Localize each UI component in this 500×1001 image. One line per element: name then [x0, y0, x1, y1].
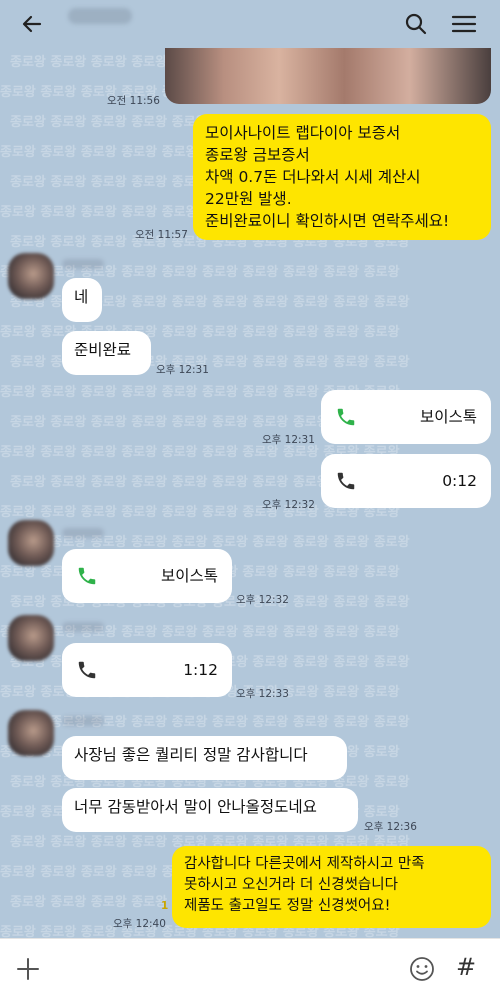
avatar[interactable] — [8, 253, 54, 299]
sender-name-blurred — [62, 259, 104, 269]
call-duration: 0:12 — [442, 472, 477, 490]
emoji-icon — [410, 957, 434, 981]
hamburger-menu-icon — [451, 15, 477, 33]
avatar[interactable] — [8, 710, 54, 756]
message-line: 준비완료이니 확인하시면 연락주세요! — [205, 212, 450, 230]
message-time: 오후 12:31 — [156, 364, 209, 376]
call-label: 보이스톡 — [160, 567, 218, 585]
image-message[interactable] — [165, 48, 491, 104]
their-message-bubble[interactable]: 사장님 좋은 퀄리티 정말 감사합니다 — [62, 736, 347, 780]
message-input[interactable] — [56, 951, 390, 989]
sender-name-blurred — [62, 716, 104, 726]
message-text: 네 — [74, 288, 89, 306]
message-time: 오후 12:36 — [364, 821, 417, 833]
message-text: 사장님 좋은 퀄리티 정말 감사합니다 — [74, 746, 308, 764]
message-time: 오후 12:40 — [113, 918, 166, 930]
message-input-bar: # — [0, 938, 500, 1001]
unread-count: 1 — [161, 900, 169, 912]
message-line: 못하시고 오신거라 더 신경썻습니다 — [184, 877, 398, 893]
phone-green-icon — [78, 567, 96, 585]
message-time: 오전 11:56 — [107, 95, 160, 107]
my-message-bubble[interactable]: 감사합니다 다른곳에서 제작하시고 만족 못하시고 오신거라 더 신경썻습니다 … — [172, 846, 491, 928]
arrow-left-icon — [22, 15, 42, 33]
menu-button[interactable] — [446, 6, 482, 42]
voice-call-bubble[interactable]: 보이스톡 — [321, 390, 491, 444]
chat-header — [0, 0, 500, 48]
sender-name-blurred — [62, 622, 104, 632]
search-icon — [405, 13, 427, 35]
attach-button[interactable] — [14, 955, 42, 983]
back-button[interactable] — [14, 6, 50, 42]
phone-icon — [78, 661, 96, 679]
voice-call-bubble[interactable]: 보이스톡 — [62, 549, 232, 603]
hashtag-button[interactable]: # — [456, 953, 476, 981]
avatar[interactable] — [8, 520, 54, 566]
message-text: 준비완료 — [74, 341, 132, 359]
message-line: 감사합니다 다른곳에서 제작하시고 만족 — [184, 856, 425, 872]
message-text: 너무 감동받아서 말이 안나올정도네요 — [74, 798, 317, 816]
message-time: 오후 12:32 — [236, 594, 289, 606]
phone-green-icon — [337, 408, 355, 426]
their-message-bubble[interactable]: 네 — [62, 278, 102, 322]
message-line: 22만원 발생. — [205, 190, 292, 208]
chat-title-blurred — [68, 8, 132, 24]
message-time: 오후 12:32 — [262, 499, 315, 511]
call-duration: 1:12 — [183, 661, 218, 679]
my-message-bubble[interactable]: 모이사나이트 랩다이아 보증서 종로왕 금보증서 차액 0.7돈 더나와서 시세… — [193, 114, 491, 240]
search-button[interactable] — [398, 6, 434, 42]
call-duration-bubble[interactable]: 0:12 — [321, 454, 491, 508]
message-time: 오후 12:33 — [236, 688, 289, 700]
call-label: 보이스톡 — [419, 408, 477, 426]
message-time: 오전 11:57 — [135, 229, 188, 241]
plus-icon — [17, 958, 39, 980]
message-time: 오후 12:31 — [262, 434, 315, 446]
sender-name-blurred — [62, 528, 104, 538]
call-duration-bubble[interactable]: 1:12 — [62, 643, 232, 697]
avatar[interactable] — [8, 615, 54, 661]
phone-icon — [337, 472, 355, 490]
emoji-button[interactable] — [408, 955, 436, 983]
their-message-bubble[interactable]: 너무 감동받아서 말이 안나올정도네요 — [62, 788, 358, 832]
their-message-bubble[interactable]: 준비완료 — [62, 331, 151, 375]
message-line: 제품도 출고일도 정말 신경썻어요! — [184, 898, 391, 914]
message-line: 모이사나이트 랩다이아 보증서 — [205, 124, 401, 142]
message-line: 차액 0.7돈 더나와서 시세 계산시 — [205, 168, 421, 186]
message-line: 종로왕 금보증서 — [205, 146, 310, 164]
